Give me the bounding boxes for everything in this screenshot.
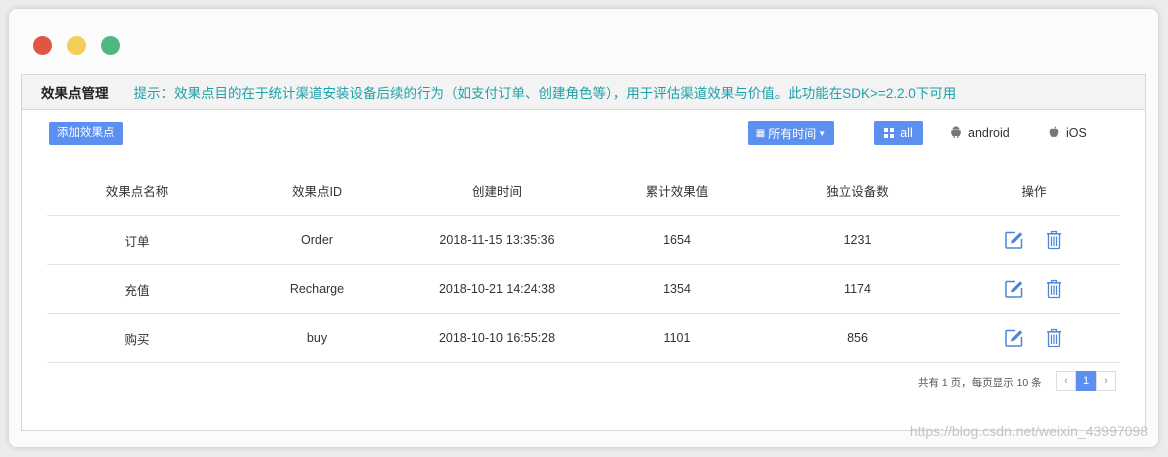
column-header-actions: 操作 xyxy=(948,166,1120,216)
prev-page-button[interactable]: ‹ xyxy=(1056,371,1076,391)
table-header-row: 效果点名称 效果点ID 创建时间 累计效果值 独立设备数 操作 xyxy=(47,166,1120,216)
page-title: 效果点管理 xyxy=(41,86,109,101)
time-range-dropdown[interactable]: ▦ 所有时间 ▼ xyxy=(748,121,834,145)
cell-actions xyxy=(948,313,1120,363)
minimize-window-button[interactable] xyxy=(67,36,86,55)
cell-created: 2018-11-15 13:35:36 xyxy=(407,215,587,265)
delete-icon[interactable] xyxy=(1044,230,1064,250)
calendar-icon: ▦ xyxy=(755,127,766,139)
tip-text: 提示：效果点目的在于统计渠道安装设备后续的行为（如支付订单、创建角色等），用于评… xyxy=(133,86,957,101)
column-header-created: 创建时间 xyxy=(407,166,587,216)
column-header-name: 效果点名称 xyxy=(47,166,227,216)
platform-all-button[interactable]: all xyxy=(874,121,923,145)
cell-name: 订单 xyxy=(47,215,227,265)
platform-android-button[interactable]: android xyxy=(951,121,1010,145)
column-header-id: 效果点ID xyxy=(227,166,407,216)
cell-total: 1101 xyxy=(587,313,767,363)
cell-total: 1654 xyxy=(587,215,767,265)
pagination: 共有 1 页，每页显示 10 条 ‹ 1 › xyxy=(22,370,1145,394)
cell-id: Recharge xyxy=(227,264,407,314)
cell-id: buy xyxy=(227,313,407,363)
cell-actions xyxy=(948,264,1120,314)
edit-icon[interactable] xyxy=(1004,328,1024,348)
cell-created: 2018-10-21 14:24:38 xyxy=(407,264,587,314)
platform-android-label: android xyxy=(968,126,1010,140)
cell-created: 2018-10-10 16:55:28 xyxy=(407,313,587,363)
edit-icon[interactable] xyxy=(1004,230,1024,250)
apple-icon xyxy=(1049,125,1059,141)
panel-header: 效果点管理 提示：效果点目的在于统计渠道安装设备后续的行为（如支付订单、创建角色… xyxy=(22,75,1145,110)
next-page-button[interactable]: › xyxy=(1096,371,1116,391)
cell-name: 充值 xyxy=(47,264,227,314)
table-row: 订单 Order 2018-11-15 13:35:36 1654 1231 xyxy=(47,215,1120,265)
cell-actions xyxy=(948,215,1120,265)
close-window-button[interactable] xyxy=(33,36,52,55)
platform-all-label: all xyxy=(900,126,913,140)
cell-devices: 856 xyxy=(767,313,948,363)
time-range-label: 所有时间 xyxy=(768,126,817,141)
android-icon xyxy=(951,125,961,141)
cell-id: Order xyxy=(227,215,407,265)
cell-devices: 1231 xyxy=(767,215,948,265)
toolbar: 添加效果点 ▦ 所有时间 ▼ all android iOS xyxy=(22,110,1145,156)
platform-ios-label: iOS xyxy=(1066,126,1087,140)
watermark-text: https://blog.csdn.net/weixin_43997098 xyxy=(909,423,1148,439)
effect-point-table: 效果点名称 效果点ID 创建时间 累计效果值 独立设备数 操作 订单 Order… xyxy=(47,166,1120,363)
cell-total: 1354 xyxy=(587,264,767,314)
pagination-info: 共有 1 页，每页显示 10 条 xyxy=(918,377,1042,389)
delete-icon[interactable] xyxy=(1044,328,1064,348)
add-effect-point-button[interactable]: 添加效果点 xyxy=(49,122,123,145)
app-window: 效果点管理 提示：效果点目的在于统计渠道安装设备后续的行为（如支付订单、创建角色… xyxy=(9,9,1158,447)
column-header-devices: 独立设备数 xyxy=(767,166,948,216)
effect-point-panel: 效果点管理 提示：效果点目的在于统计渠道安装设备后续的行为（如支付订单、创建角色… xyxy=(21,74,1146,431)
cell-name: 购买 xyxy=(47,313,227,363)
table-row: 购买 buy 2018-10-10 16:55:28 1101 856 xyxy=(47,313,1120,363)
platform-ios-button[interactable]: iOS xyxy=(1049,121,1087,145)
edit-icon[interactable] xyxy=(1004,279,1024,299)
caret-down-icon: ▼ xyxy=(818,128,827,138)
column-header-total: 累计效果值 xyxy=(587,166,767,216)
grid-icon xyxy=(884,128,895,138)
table-row: 充值 Recharge 2018-10-21 14:24:38 1354 117… xyxy=(47,264,1120,314)
page-number-button[interactable]: 1 xyxy=(1076,371,1096,391)
cell-devices: 1174 xyxy=(767,264,948,314)
maximize-window-button[interactable] xyxy=(101,36,120,55)
delete-icon[interactable] xyxy=(1044,279,1064,299)
